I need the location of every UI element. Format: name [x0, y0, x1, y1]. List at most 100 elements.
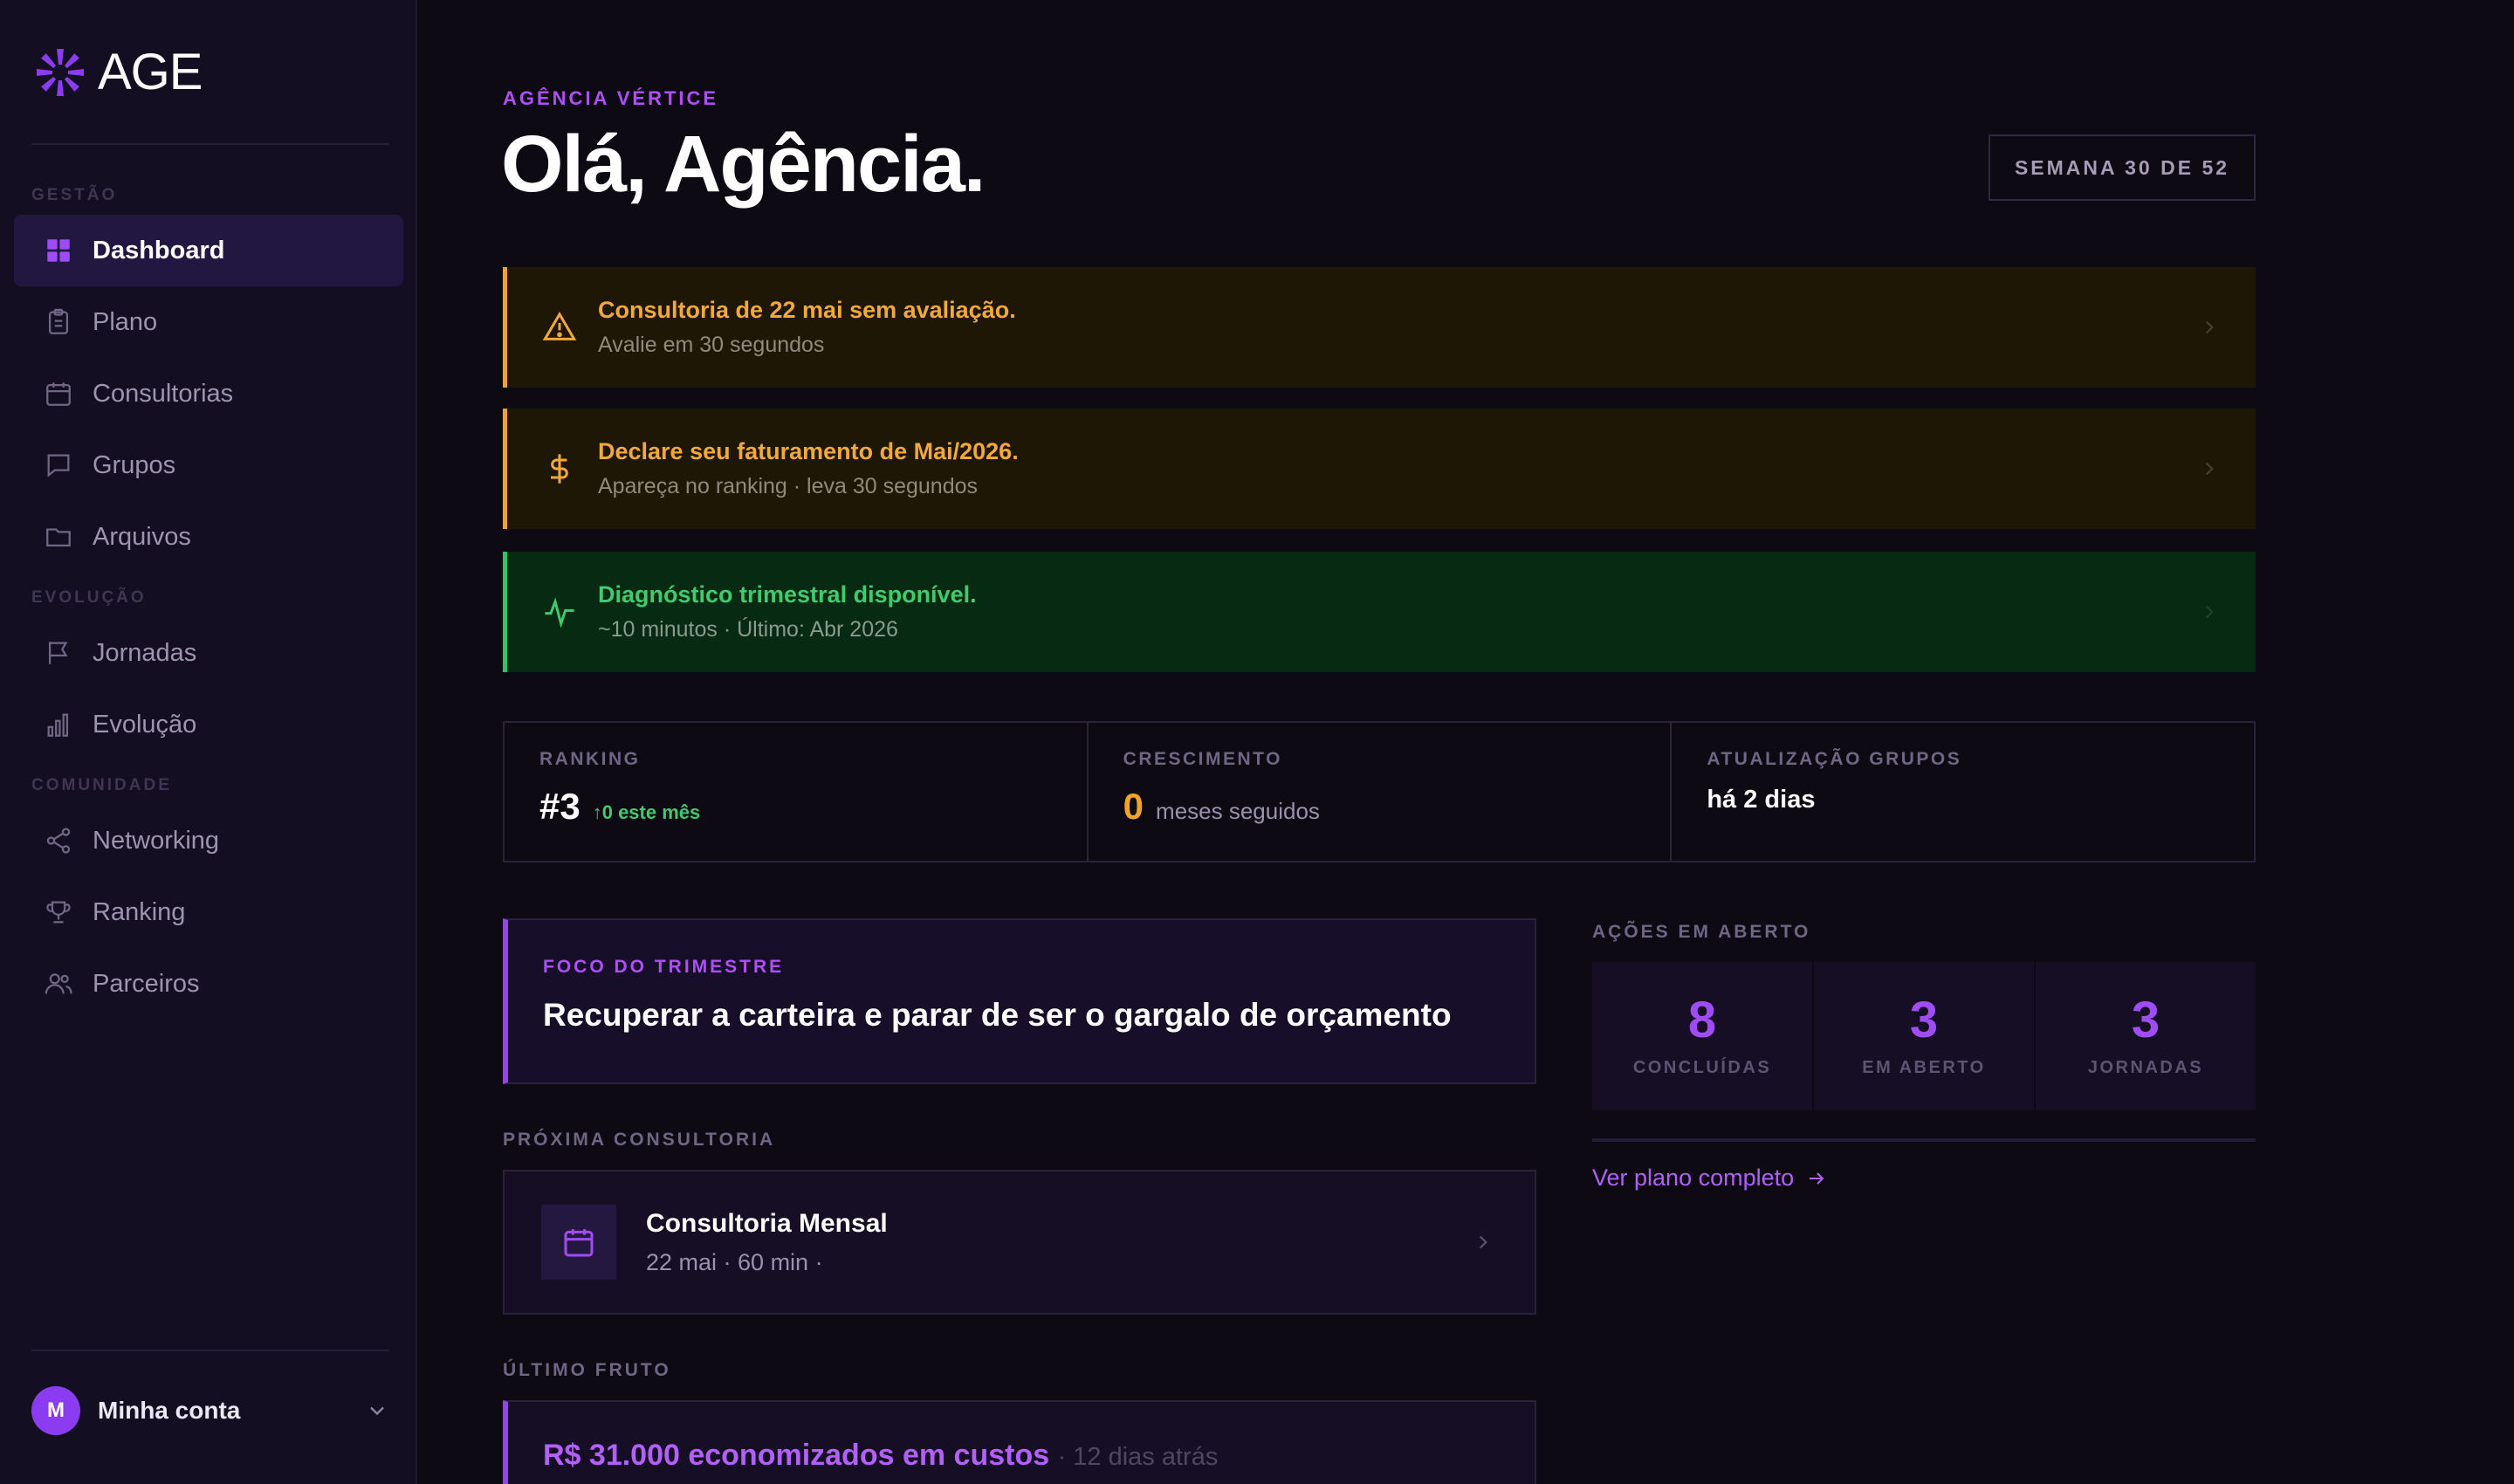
open-actions-grid: 8 CONCLUÍDAS 3 EM ABERTO 3 JORNADAS: [1592, 962, 2256, 1110]
account-label: Minha conta: [98, 1397, 241, 1424]
alert-title: Consultoria de 22 mai sem avaliação.: [598, 297, 1016, 323]
quarter-focus-card: FOCO DO TRIMESTRE Recuperar a carteira e…: [503, 918, 1536, 1084]
growth-value: 0: [1123, 786, 1144, 827]
sidebar-item-label: Jornadas: [93, 638, 197, 667]
users-icon: [45, 973, 72, 994]
sidebar-item-consultorias[interactable]: Consultorias: [14, 358, 403, 429]
page-title: Olá, Agência.: [501, 120, 986, 209]
sidebar: AGE GESTÃO Dashboard Plano Consultorias …: [0, 0, 417, 1484]
ranking-delta: ↑0 este mês: [593, 801, 701, 824]
action-open: 3 EM ABERTO: [1814, 962, 2034, 1110]
open-actions-label: AÇÕES EM ABERTO: [1592, 922, 1811, 942]
stat-label: RANKING: [539, 749, 641, 769]
groups-value: há 2 dias: [1707, 786, 1816, 814]
sidebar-divider: [31, 143, 389, 145]
sidebar-item-label: Parceiros: [93, 969, 200, 998]
alert-diagnostic[interactable]: Diagnóstico trimestral disponível. ~10 m…: [503, 552, 2256, 672]
growth-suffix: meses seguidos: [1156, 798, 1320, 824]
warning-icon: [542, 312, 577, 340]
stat-label: ATUALIZAÇÃO GRUPOS: [1707, 749, 1962, 769]
view-full-plan-link[interactable]: Ver plano completo: [1592, 1165, 1827, 1192]
last-fruit-label: ÚLTIMO FRUTO: [503, 1360, 671, 1380]
next-consult-card[interactable]: Consultoria Mensal 22 mai · 60 min ·: [503, 1170, 1536, 1315]
chevron-down-icon: [370, 1406, 384, 1416]
chevron-right-icon: [1479, 1235, 1487, 1249]
alert-title: Declare seu faturamento de Mai/2026.: [598, 438, 1019, 464]
consult-title: Consultoria Mensal: [646, 1208, 888, 1238]
sidebar-item-label: Consultorias: [93, 379, 234, 408]
stats-row: RANKING #3 ↑0 este mês CRESCIMENTO 0 mes…: [503, 721, 2256, 862]
sidebar-item-label: Arquivos: [93, 522, 191, 551]
actions-divider: [1592, 1138, 2256, 1142]
chevron-right-icon: [2205, 320, 2214, 334]
sidebar-divider: [31, 1350, 389, 1351]
account-menu[interactable]: M Minha conta: [31, 1386, 389, 1435]
sidebar-item-grupos[interactable]: Grupos: [14, 429, 403, 501]
sidebar-item-label: Grupos: [93, 450, 176, 479]
chevron-right-icon: [2205, 605, 2214, 619]
section-label-gestao: GESTÃO: [31, 186, 118, 204]
consult-subtitle: 22 mai · 60 min ·: [646, 1248, 823, 1275]
chat-icon: [47, 454, 70, 477]
fruit-value: R$ 31.000 economizados em custos: [543, 1439, 1050, 1472]
ranking-delta-text: 0 este mês: [601, 801, 701, 823]
sidebar-item-evolucao[interactable]: Evolução: [14, 689, 403, 760]
bar-chart-icon: [47, 713, 69, 737]
calendar-icon: [564, 1229, 594, 1257]
stat-groups: ATUALIZAÇÃO GRUPOS há 2 dias: [1672, 723, 2254, 861]
action-label: CONCLUÍDAS: [1632, 1057, 1772, 1077]
consult-icon-box: [541, 1205, 616, 1280]
share-icon: [46, 828, 71, 854]
agency-name: AGÊNCIA VÉRTICE: [503, 87, 719, 109]
stat-ranking: RANKING #3 ↑0 este mês: [505, 723, 1089, 861]
next-consult-label: PRÓXIMA CONSULTORIA: [503, 1130, 776, 1150]
avatar: M: [31, 1386, 80, 1435]
flag-icon: [48, 642, 68, 664]
chevron-right-icon: [2205, 462, 2214, 476]
sidebar-item-label: Ranking: [93, 897, 186, 926]
calendar-icon: [46, 382, 71, 406]
action-completed: 8 CONCLUÍDAS: [1592, 962, 1812, 1110]
folder-icon: [46, 528, 71, 547]
week-badge: SEMANA 30 DE 52: [1989, 134, 2256, 201]
sidebar-item-parceiros[interactable]: Parceiros: [14, 948, 403, 1020]
sidebar-item-label: Dashboard: [93, 236, 225, 265]
sidebar-item-networking[interactable]: Networking: [14, 805, 403, 876]
ranking-value: #3: [539, 786, 580, 827]
alert-revenue[interactable]: Declare seu faturamento de Mai/2026. Apa…: [503, 409, 2256, 529]
alert-title: Diagnóstico trimestral disponível.: [598, 581, 977, 608]
action-label: JORNADAS: [2087, 1057, 2204, 1077]
sidebar-item-arquivos[interactable]: Arquivos: [14, 501, 403, 573]
section-label-evolucao: EVOLUÇÃO: [31, 588, 147, 607]
arrow-right-icon: [1810, 1171, 1824, 1185]
action-count: 3: [1909, 991, 1939, 1048]
activity-icon: [545, 597, 574, 629]
view-plan-label: Ver plano completo: [1592, 1165, 1795, 1191]
sidebar-item-jornadas[interactable]: Jornadas: [14, 617, 403, 689]
sidebar-item-label: Plano: [93, 307, 158, 336]
alert-subtitle: Avalie em 30 segundos: [598, 333, 825, 357]
action-label: EM ABERTO: [1862, 1057, 1986, 1077]
brand-name: AGE: [98, 44, 203, 100]
trophy-icon: [46, 901, 71, 924]
section-label-comunidade: COMUNIDADE: [31, 776, 172, 794]
action-count: 3: [2131, 991, 2160, 1048]
sidebar-item-label: Networking: [93, 826, 220, 855]
fruit-time: · 12 dias atrás: [1057, 1443, 1219, 1471]
dollar-icon: [551, 454, 568, 484]
sidebar-item-ranking[interactable]: Ranking: [14, 876, 403, 948]
sidebar-item-label: Evolução: [93, 710, 197, 739]
alert-subtitle: ~10 minutos · Último: Abr 2026: [598, 617, 898, 642]
focus-label: FOCO DO TRIMESTRE: [543, 957, 785, 977]
sidebar-item-dashboard[interactable]: Dashboard: [14, 215, 403, 286]
brand-logo[interactable]: AGE: [35, 47, 203, 98]
grid-icon: [47, 239, 70, 262]
stat-label: CRESCIMENTO: [1123, 749, 1282, 769]
stat-growth: CRESCIMENTO 0 meses seguidos: [1089, 723, 1673, 861]
sidebar-item-plano[interactable]: Plano: [14, 286, 403, 358]
alert-evaluation[interactable]: Consultoria de 22 mai sem avaliação. Ava…: [503, 267, 2256, 388]
alert-subtitle: Apareça no ranking · leva 30 segundos: [598, 474, 979, 498]
focus-text: Recuperar a carteira e parar de ser o ga…: [543, 997, 1452, 1033]
logo-icon: [37, 49, 84, 96]
last-fruit-card: R$ 31.000 economizados em custos · 12 di…: [503, 1400, 1536, 1484]
